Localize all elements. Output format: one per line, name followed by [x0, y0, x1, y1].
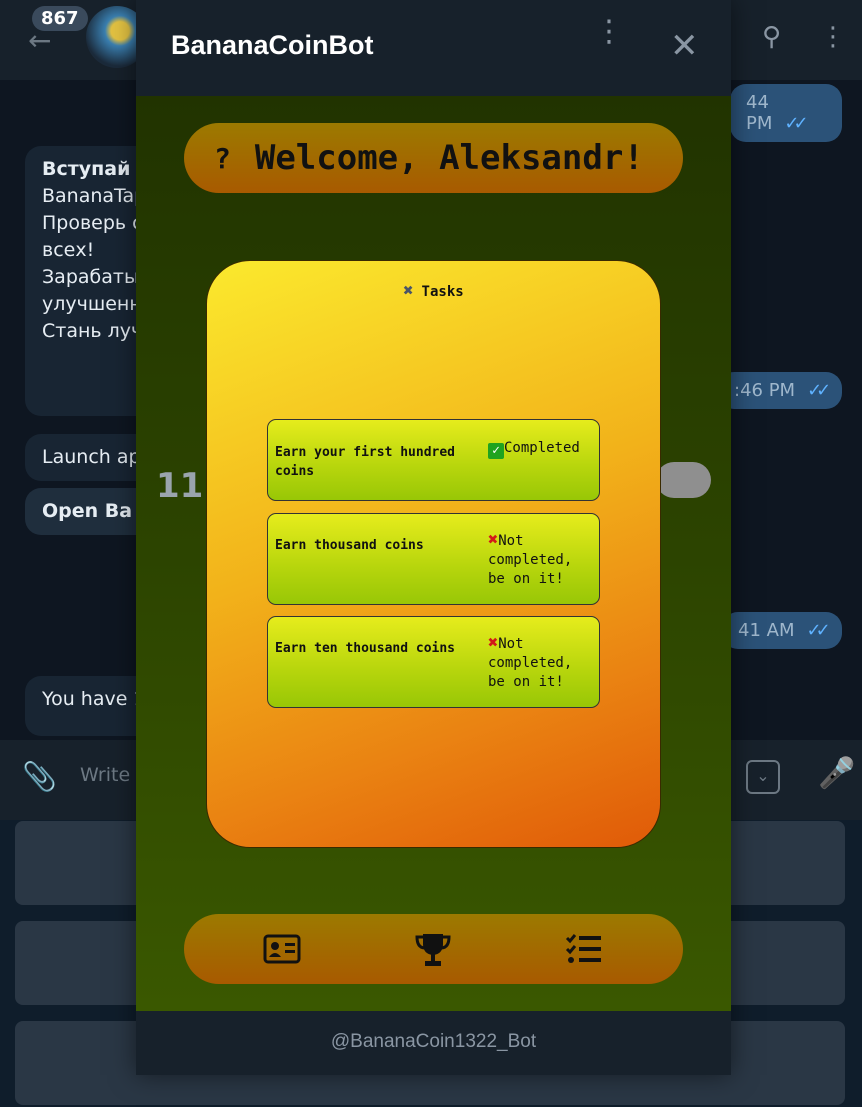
microphone-icon[interactable]: 🎤 [818, 756, 855, 791]
progress-bar [656, 462, 711, 498]
checkmark-icon: ✓ [488, 443, 504, 459]
task-status: ✖Not completed, be on it! [488, 633, 573, 691]
tasks-panel: ✖ Tasks Earn your first hundred coins ✓ Co… [206, 260, 661, 848]
task-label: Earn your first hundred coins [275, 445, 456, 479]
task-status: ✖Not completed, be on it! [488, 530, 573, 588]
welcome-text: Welcome, Aleksandr! [254, 138, 644, 178]
task-card: Earn thousand coins ✖Not completed, be o… [267, 513, 600, 605]
mini-app-webview: ? Welcome, Aleksandr! 111 ✖ Tasks Earn yo… [136, 96, 731, 1011]
tasks-title: Tasks [421, 284, 464, 300]
task-card: Earn your first hundred coins ✓ Completed [267, 419, 600, 501]
tasks-header: ✖ Tasks [207, 281, 660, 301]
task-card: Earn ten thousand coins ✖Not completed, … [267, 616, 600, 708]
cross-mark-icon: ✖ [488, 530, 499, 550]
trophy-icon[interactable] [413, 928, 457, 970]
task-status: ✓ Completed [488, 439, 596, 459]
search-icon[interactable]: ⚲ [762, 22, 781, 52]
unread-badge: 867 [32, 6, 88, 31]
outgoing-message: 44 PM ✓✓ [730, 84, 842, 142]
bot-username[interactable]: @BananaCoin1322_Bot [136, 1031, 731, 1053]
more-vertical-icon[interactable]: ⋮ [820, 22, 846, 52]
attach-icon[interactable]: 📎 [22, 760, 57, 793]
checklist-icon[interactable] [564, 928, 608, 970]
cross-mark-icon: ✖ [488, 633, 499, 653]
close-tasks-icon[interactable]: ✖ [403, 281, 413, 301]
keyboard-toggle-icon[interactable]: ⌄ [746, 760, 780, 794]
outgoing-message: :46 PM ✓✓ [718, 372, 842, 409]
popup-title: BananaCoinBot [171, 30, 374, 60]
mini-app-popup: BananaCoinBot ⋮ ✕ ? Welcome, Aleksandr! … [136, 0, 731, 1075]
message-input[interactable]: Write [80, 764, 130, 786]
outgoing-message: 41 AM ✓✓ [722, 612, 842, 649]
popup-header: BananaCoinBot ⋮ ✕ [136, 0, 731, 96]
bottom-nav [184, 914, 683, 984]
task-label: Earn thousand coins [275, 538, 424, 553]
task-label: Earn ten thousand coins [275, 641, 456, 656]
close-icon[interactable]: ✕ [670, 26, 699, 66]
welcome-banner: ? Welcome, Aleksandr! [184, 123, 683, 193]
help-icon[interactable]: ? [214, 142, 231, 175]
more-vertical-icon[interactable]: ⋮ [594, 17, 624, 47]
popup-footer: @BananaCoin1322_Bot [136, 1011, 731, 1075]
profile-card-icon[interactable] [262, 928, 306, 970]
